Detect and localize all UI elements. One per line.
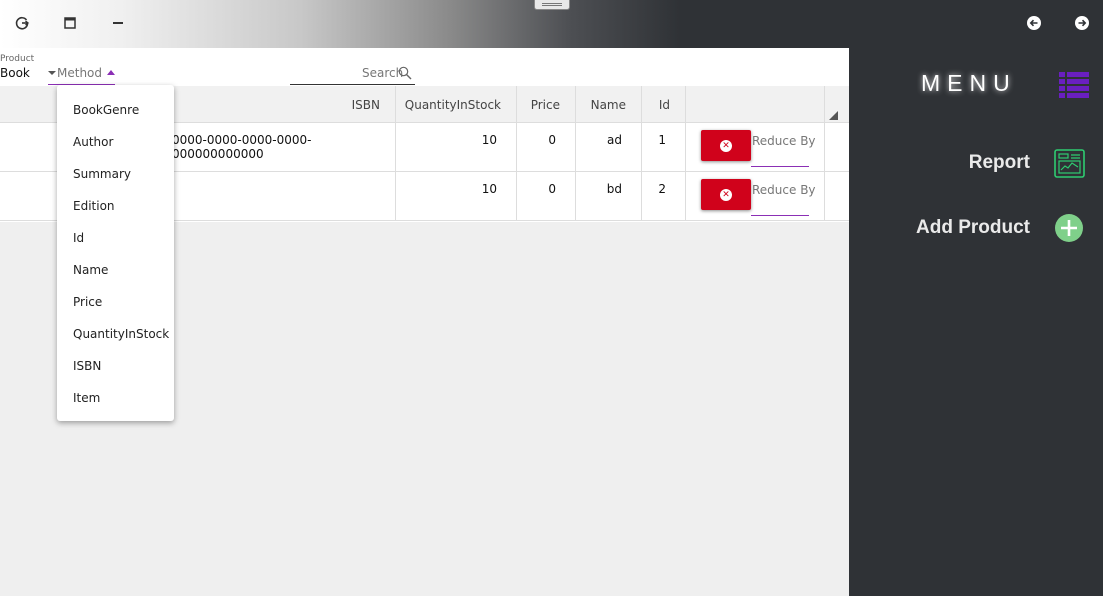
caret-down-icon: [48, 71, 56, 75]
minimize-icon: [113, 22, 123, 24]
dropdown-item[interactable]: Edition: [57, 190, 174, 222]
arrow-right-icon: [1075, 16, 1089, 30]
dropdown-item[interactable]: ISBN: [57, 350, 174, 382]
column-header-id[interactable]: Id: [642, 86, 686, 123]
delete-button[interactable]: ✕: [701, 179, 751, 210]
dropdown-item[interactable]: QuantityInStock: [57, 318, 174, 350]
cell-quantity: 10: [396, 123, 517, 172]
cell-name: bd: [576, 172, 642, 221]
drag-grip-handle[interactable]: [534, 0, 570, 10]
dropdown-item[interactable]: Id: [57, 222, 174, 254]
dropdown-item[interactable]: BookGenre: [57, 94, 174, 126]
method-placeholder: Method: [57, 66, 103, 80]
sidebar-menu: MENU Report Add Product: [849, 48, 1103, 596]
dropdown-item[interactable]: Price: [57, 286, 174, 318]
dropdown-item[interactable]: Author: [57, 126, 174, 158]
column-header-actions: [686, 86, 825, 123]
search-input[interactable]: Search: [290, 66, 415, 85]
dropdown-item[interactable]: Name: [57, 254, 174, 286]
arrow-left-icon: [1027, 16, 1041, 30]
delete-button[interactable]: ✕: [701, 130, 751, 161]
cell-quantity: 10: [396, 172, 517, 221]
reduce-by-placeholder: Reduce By: [752, 134, 816, 148]
cell-name: ad: [576, 123, 642, 172]
column-header-name[interactable]: Name: [576, 86, 642, 123]
filter-bar: Product Book Method Search: [0, 48, 849, 86]
caret-up-icon: [107, 70, 115, 75]
cell-price: 0: [517, 123, 576, 172]
menu-title: MENU: [921, 70, 1017, 96]
add-circle-icon[interactable]: [1054, 213, 1084, 243]
cell-id: 1: [642, 123, 686, 172]
refresh-button[interactable]: [11, 12, 33, 34]
maximize-icon: [64, 17, 76, 29]
report-icon[interactable]: [1054, 149, 1085, 178]
select-all-corner[interactable]: [829, 111, 838, 120]
column-header-price[interactable]: Price: [517, 86, 576, 123]
sidebar-item-add-product[interactable]: Add Product: [916, 217, 1030, 239]
maximize-button[interactable]: [59, 12, 81, 34]
column-header-quantity[interactable]: QuantityInStock: [396, 86, 517, 123]
dropdown-item[interactable]: Summary: [57, 158, 174, 190]
title-bar: [0, 0, 1103, 48]
dropdown-item[interactable]: Item: [57, 382, 174, 414]
search-icon: [398, 66, 412, 80]
cell-price: 0: [517, 172, 576, 221]
cell-id: 2: [642, 172, 686, 221]
reduce-by-input[interactable]: Reduce By: [751, 180, 816, 216]
minimize-button[interactable]: [107, 12, 129, 34]
back-button[interactable]: [1023, 12, 1045, 34]
reduce-by-placeholder: Reduce By: [752, 183, 816, 197]
close-circle-icon: ✕: [720, 139, 732, 152]
hamburger-menu-icon[interactable]: [1059, 72, 1089, 98]
sidebar-item-report[interactable]: Report: [969, 152, 1030, 174]
forward-button[interactable]: [1071, 12, 1093, 34]
method-select[interactable]: Method: [48, 66, 115, 85]
product-select[interactable]: Book: [0, 66, 30, 80]
product-label: Product: [0, 54, 35, 64]
method-dropdown: BookGenre Author Summary Edition Id Name…: [57, 85, 174, 421]
refresh-icon: [15, 16, 30, 30]
close-circle-icon: ✕: [720, 188, 732, 201]
reduce-by-input[interactable]: Reduce By: [751, 131, 816, 167]
